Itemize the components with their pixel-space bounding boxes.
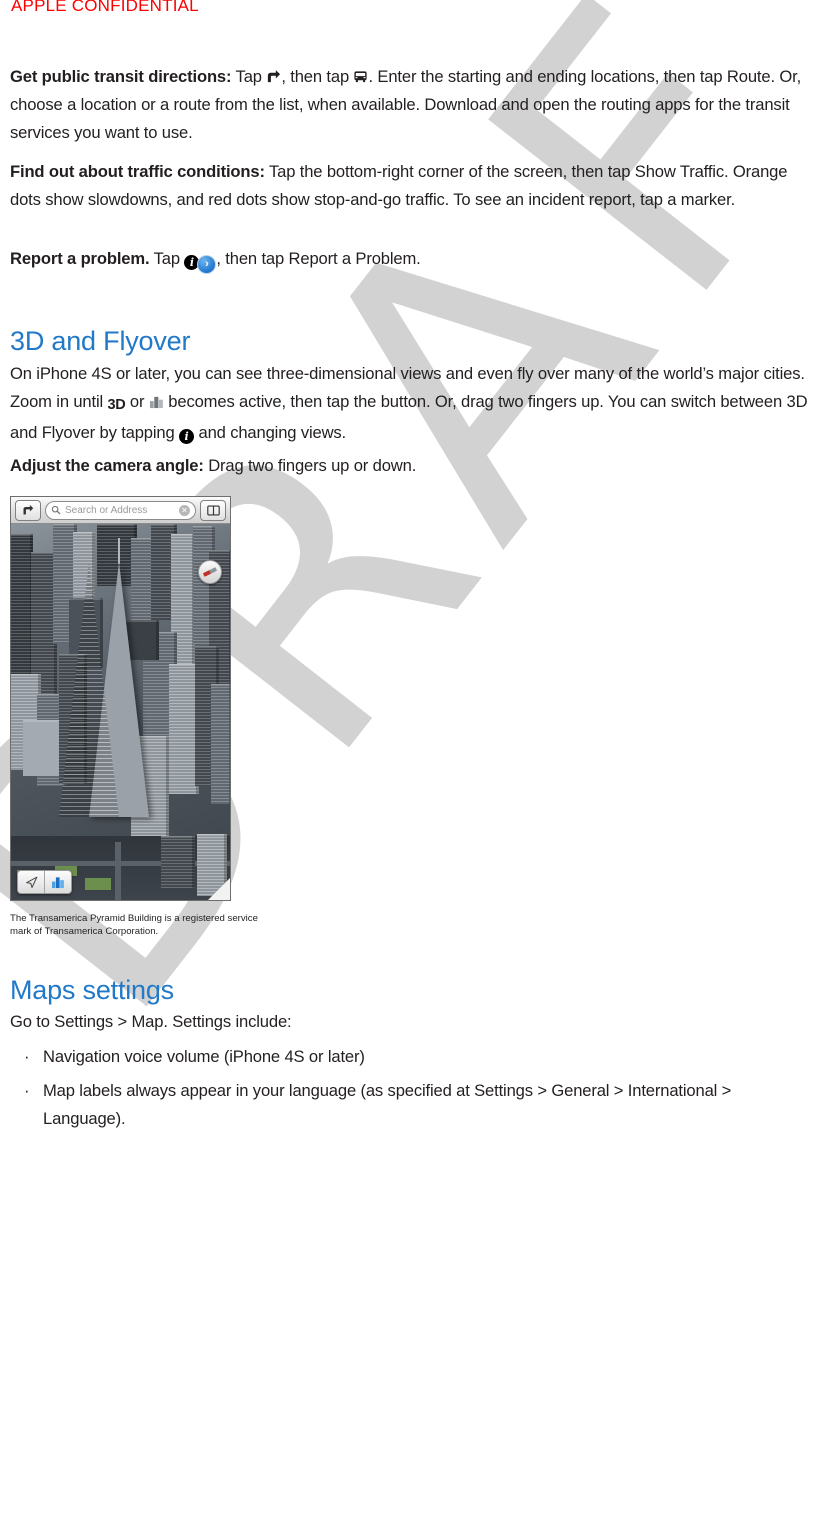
directions-button[interactable] [15, 499, 41, 521]
transit-lead-label: Get public transit directions: [10, 67, 232, 86]
camera-text: Drag two fingers up or down. [203, 456, 417, 475]
search-placeholder: Search or Address [65, 504, 148, 516]
report-lead-label: Report a problem. [10, 249, 150, 268]
bullet-text: Map labels always appear in your languag… [43, 1081, 732, 1128]
location-arrow-icon[interactable] [18, 871, 44, 893]
magnifier-icon [51, 505, 61, 515]
compass-icon[interactable] [198, 560, 222, 584]
paragraph-transit-directions: Get public transit directions: Tap , the… [10, 63, 815, 147]
list-item: · Map labels always appear in your langu… [10, 1077, 815, 1133]
3d-buildings-icon[interactable] [45, 871, 71, 893]
turn-right-arrow-icon [266, 69, 281, 84]
info-circle-icon: i [179, 429, 195, 444]
map-controls [17, 870, 72, 894]
camera-lead-label: Adjust the camera angle: [10, 456, 204, 475]
transit-text-a: Tap [231, 67, 267, 86]
iphone-maps-screenshot: Search or Address ✕ [10, 496, 231, 901]
figure-iphone-maps-3d: Search or Address ✕ [10, 496, 231, 901]
paragraph-3d-intro: On iPhone 4S or later, you can see three… [10, 360, 815, 447]
maps-toolbar: Search or Address ✕ [11, 497, 230, 524]
map-3d-city-view[interactable] [11, 524, 230, 900]
paragraph-settings-intro: Go to Settings > Map. Settings include: [10, 1012, 292, 1031]
paragraph-report-problem: Report a problem. Tap i ›, then tap Repor… [10, 245, 815, 274]
heading-maps-settings: Maps settings [10, 975, 174, 1005]
traffic-lead-label: Find out about traffic conditions: [10, 162, 265, 181]
3d-intro-d: and changing views. [194, 423, 347, 442]
3d-intro-b: or [125, 392, 149, 411]
blue-chevron-icon: › [197, 255, 217, 274]
heading-3d-and-flyover: 3D and Flyover [10, 326, 191, 356]
figure-caption: The Transamerica Pyramid Building is a r… [10, 913, 258, 937]
report-text-b: , then tap Report a Problem. [216, 249, 421, 268]
bullet-marker: · [24, 1081, 30, 1100]
paragraph-adjust-camera-angle: Adjust the camera angle: Drag two finger… [10, 452, 815, 480]
3d-badge-icon: 3D [107, 397, 126, 413]
clear-x-icon[interactable]: ✕ [179, 504, 190, 516]
paragraph-traffic-conditions: Find out about traffic conditions: Tap t… [10, 158, 815, 214]
bullet-text: Navigation voice volume (iPhone 4S or la… [43, 1047, 365, 1066]
buildings-icon [149, 395, 164, 409]
page-curl-icon[interactable] [208, 878, 230, 900]
search-input[interactable]: Search or Address ✕ [45, 500, 196, 520]
report-text-a: Tap [149, 249, 185, 268]
bus-icon [353, 69, 368, 84]
document-page: DRAFT APPLE CONFIDENTIAL Get public tran… [0, 0, 823, 1521]
pyramid-spire [118, 538, 120, 564]
confidential-banner: APPLE CONFIDENTIAL [11, 0, 199, 15]
bullet-marker: · [24, 1047, 30, 1066]
transit-text-b: , then tap [281, 67, 354, 86]
bookmarks-button[interactable] [200, 499, 226, 521]
list-item: · Navigation voice volume (iPhone 4S or … [10, 1043, 815, 1071]
